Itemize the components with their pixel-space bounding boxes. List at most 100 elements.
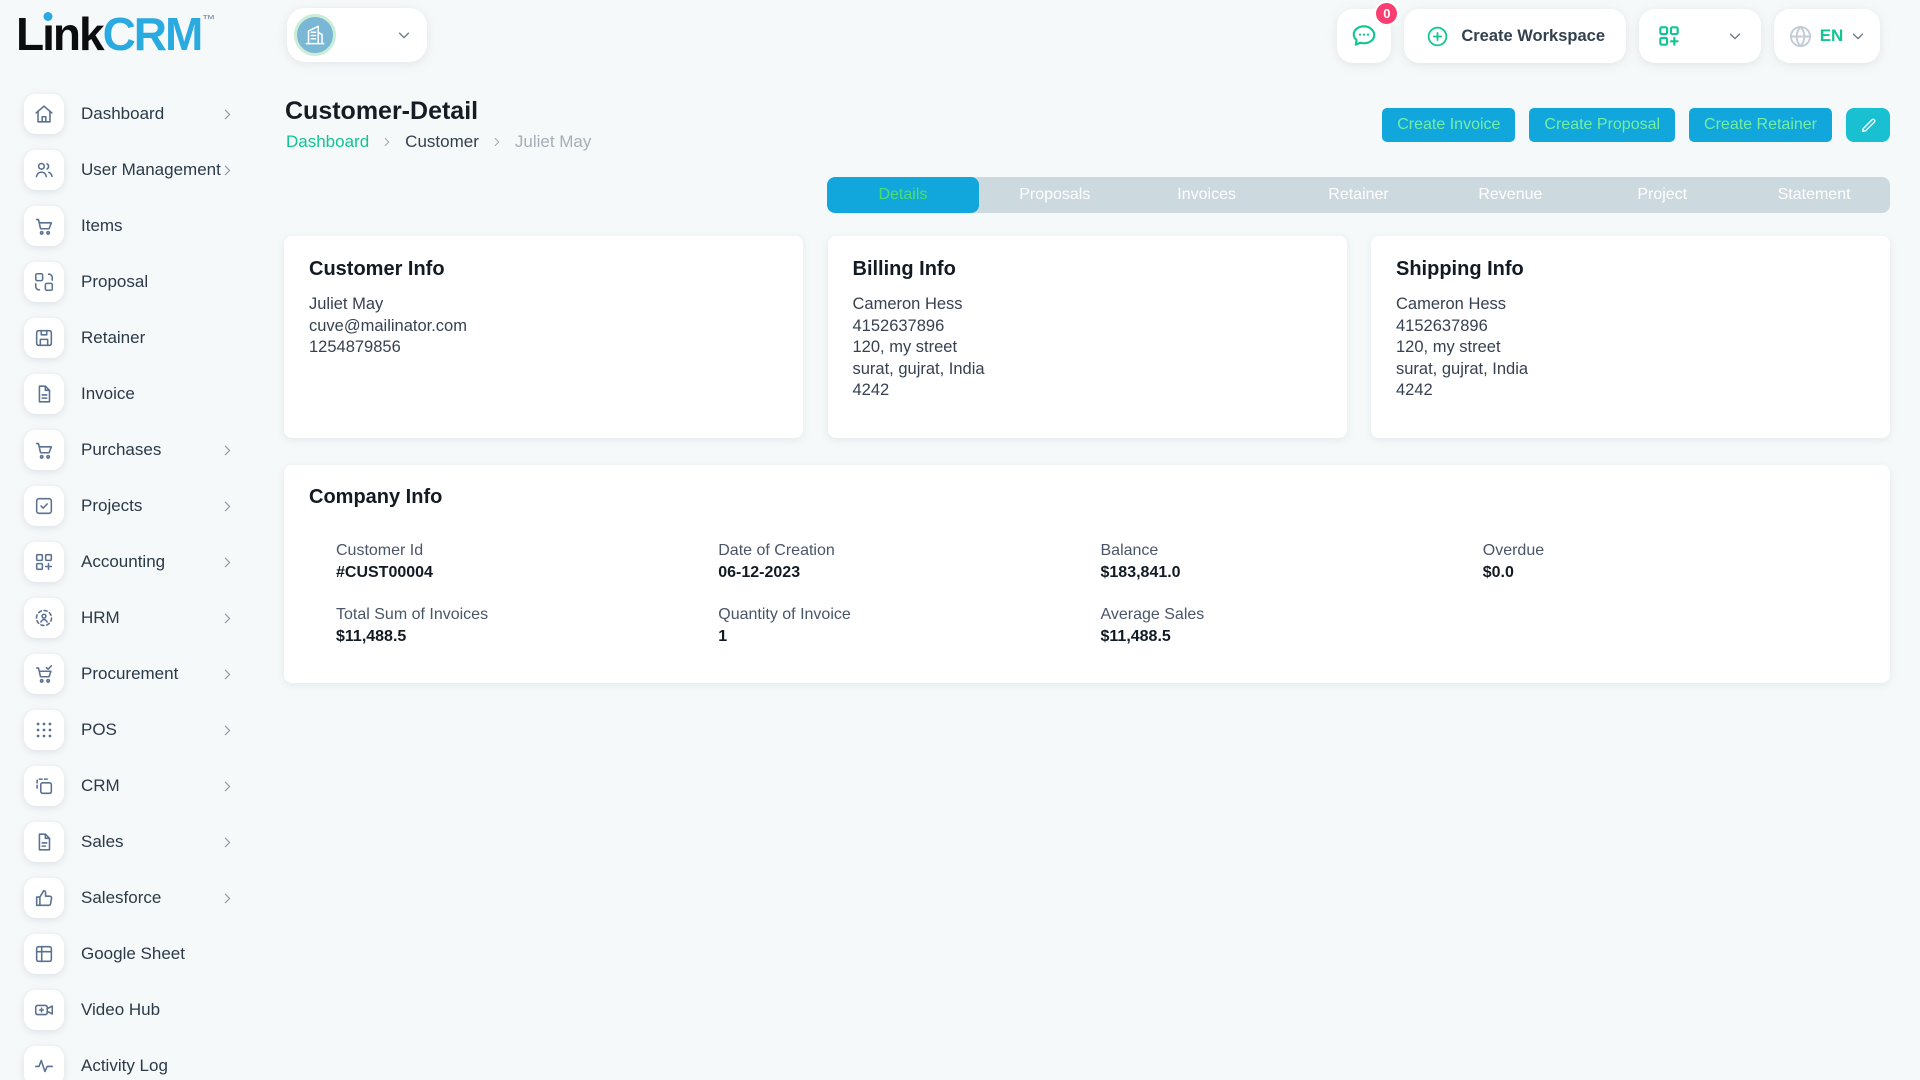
customer-info-card: Customer Info Juliet May cuve@mailinator.… [284,236,803,438]
sidebar-item-activity-log[interactable]: Activity Log [0,1038,272,1080]
card-lines: Juliet May cuve@mailinator.com 1254879856 [309,294,778,359]
chevron-right-icon [219,890,236,907]
squares-icon [24,766,64,806]
sidebar-item-label: HRM [81,608,120,627]
breadcrumb-dashboard[interactable]: Dashboard [286,132,369,152]
create-proposal-button[interactable]: Create Proposal [1529,108,1676,142]
sidebar-item-proposal[interactable]: Proposal [0,254,272,310]
chevron-right-icon [219,162,236,179]
breadcrumb-juliet-may: Juliet May [514,132,592,151]
chevron-right-icon [490,135,504,149]
chevron-down-icon [1726,27,1744,45]
tab-details[interactable]: Details [827,177,979,213]
tab-proposals[interactable]: Proposals [979,177,1131,213]
language-selector[interactable]: EN [1774,9,1880,63]
info-line: surat, gujrat, India [852,359,985,378]
info-line: 120, my street [1396,338,1501,356]
sidebar-item-label: Proposal [81,272,149,291]
top-right-controls: 0 Create Workspace EN [1337,1,1880,63]
chevron-right-icon [219,722,236,739]
chevron-right-icon [219,554,236,571]
cart-check-icon [24,654,64,694]
sidebar-item-label: Procurement [81,664,179,683]
sidebar-item-crm[interactable]: CRM [0,758,272,814]
field-label: Quantity of Invoice [718,606,851,623]
tab-label: Proposals [1019,186,1091,203]
edit-button[interactable] [1846,108,1890,142]
chevron-right-icon [219,106,236,123]
sidebar-item-salesforce[interactable]: Salesforce [0,870,272,926]
chat-badge: 0 [1374,1,1400,26]
field-value: 06-12-2023 [718,564,801,581]
sidebar-item-purchases[interactable]: Purchases [0,422,272,478]
field-label: Average Sales [1100,606,1205,623]
sidebar-item-invoice[interactable]: Invoice [0,366,272,422]
field-value: $11,488.5 [1100,628,1171,645]
company-field-total-sum-of-invoices: Total Sum of Invoices $11,488.5 [336,606,718,646]
info-line: Cameron Hess [1396,295,1507,313]
card-lines: Cameron Hess 4152637896 120, my street sura… [853,294,1322,402]
apps-grid-icon [1656,23,1682,49]
tab-retainer[interactable]: Retainer [1283,177,1435,213]
card-title: Shipping Info [1396,258,1524,280]
sidebar-item-pos[interactable]: POS [0,702,272,758]
field-label: Customer Id [336,542,424,559]
tab-invoices[interactable]: Invoices [1131,177,1283,213]
sidebar-item-google-sheet[interactable]: Google Sheet [0,926,272,982]
sidebar: Dashboard User Management Items Proposal… [0,86,272,1080]
sidebar-item-video-hub[interactable]: Video Hub [0,982,272,1038]
field-value: $183,841.0 [1100,564,1181,581]
sidebar-item-hrm[interactable]: HRM [0,590,272,646]
sidebar-item-label: Accounting [81,552,166,571]
field-label: Total Sum of Invoices [336,606,489,623]
tab-revenue[interactable]: Revenue [1434,177,1586,213]
info-line: 4152637896 [1396,316,1488,335]
company-field-balance: Balance $183,841.0 [1101,542,1483,582]
company-field-quantity-of-invoice: Quantity of Invoice 1 [718,606,1100,646]
shipping-info-card: Shipping Info Cameron Hess 4152637896 120,… [1371,236,1890,438]
tab-statement[interactable]: Statement [1738,177,1890,213]
info-line: 4242 [1396,381,1433,399]
grid-plus-icon [24,542,64,582]
field-label: Overdue [1482,542,1545,559]
apps-dropdown[interactable] [1639,9,1761,63]
language-code: EN [1819,26,1844,45]
transform-icon [24,262,64,302]
sidebar-item-user-management[interactable]: User Management [0,142,272,198]
card-title: Company Info [309,486,443,508]
chevron-right-icon [219,442,236,459]
chat-button[interactable]: 0 [1337,1,1400,63]
square-check-icon [24,486,64,526]
tab-project[interactable]: Project [1586,177,1738,213]
chevron-right-icon [219,610,236,627]
chevron-down-icon [1849,27,1867,45]
field-value: $0.0 [1482,564,1514,581]
sidebar-item-dashboard[interactable]: Dashboard [0,86,272,142]
info-line: 120, my street [852,338,958,356]
field-label: Date of Creation [718,542,835,559]
sidebar-item-items[interactable]: Items [0,198,272,254]
workspace-building-icon [294,14,336,56]
page-title: Customer-Detail [285,97,479,125]
chevron-right-icon [219,498,236,515]
sidebar-item-projects[interactable]: Projects [0,478,272,534]
company-grid: Customer Id #CUST00004 Date of Creation … [309,522,1865,646]
create-invoice-button[interactable]: Create Invoice [1382,108,1516,142]
sidebar-item-retainer[interactable]: Retainer [0,310,272,366]
user-circle-dashed-icon [24,598,64,638]
sidebar-item-procurement[interactable]: Procurement [0,646,272,702]
workspace-selector[interactable] [287,8,427,62]
info-line: surat, gujrat, India [1396,359,1529,378]
info-line: 4242 [852,381,890,399]
breadcrumb-customer[interactable]: Customer [405,132,479,152]
create-retainer-button[interactable]: Create Retainer [1689,108,1832,142]
pencil-icon [1859,116,1878,135]
billing-info-card: Billing Info Cameron Hess 4152637896 120, … [827,236,1347,438]
tab-label: Revenue [1478,186,1543,203]
file-invoice-icon [24,374,64,414]
sidebar-item-accounting[interactable]: Accounting [0,534,272,590]
chevron-right-icon [219,666,236,683]
create-workspace-label: Create Workspace [1461,26,1605,45]
sidebar-item-sales[interactable]: Sales [0,814,272,870]
create-workspace-button[interactable]: Create Workspace [1404,9,1626,63]
